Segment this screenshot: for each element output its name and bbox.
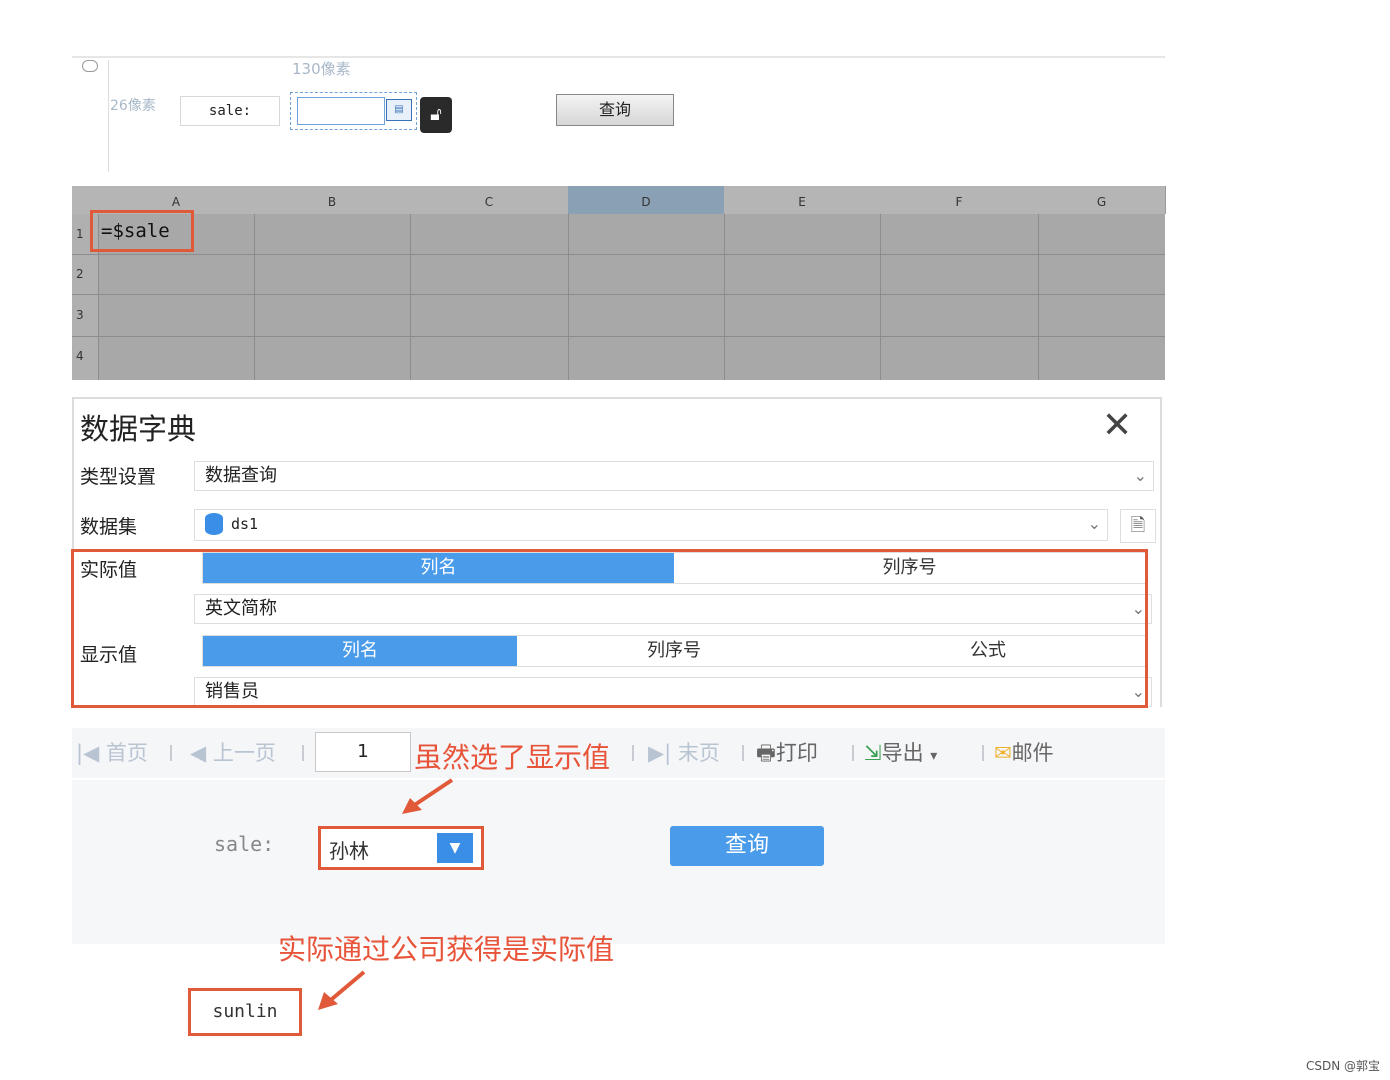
preview-param-label: sale: (214, 832, 275, 856)
grid-line (410, 214, 411, 380)
annotation-arrow-icon (402, 778, 454, 814)
grid-line (724, 214, 725, 380)
database-icon (205, 513, 223, 535)
row-header[interactable]: 3 (72, 294, 98, 336)
vertical-ruler (74, 60, 109, 172)
export-icon: ⇲ (864, 741, 882, 765)
dataset-select[interactable]: ds1 ⌄ (194, 509, 1108, 541)
column-header[interactable]: G (1038, 186, 1166, 214)
spreadsheet-grid[interactable]: A B C D E F G 1 2 3 4 (72, 186, 1166, 380)
ruler-width-label: 130像素 (292, 60, 351, 78)
envelope-icon: ✉ (994, 741, 1012, 765)
column-header[interactable]: F (880, 186, 1039, 214)
sale-combobox-value: 孙林 (329, 839, 369, 863)
ruler-handle-icon (82, 60, 98, 72)
widget-type-icon: ▤ (386, 99, 412, 121)
export-button[interactable]: ⇲导出 ▾ (864, 738, 937, 771)
first-page-button[interactable]: |◀ 首页 (76, 738, 148, 768)
ruler-height-label: 26像素 (110, 98, 156, 114)
designer-param-label[interactable]: sale: (180, 96, 280, 126)
grid-line (880, 214, 881, 380)
column-header[interactable]: B (254, 186, 411, 214)
mail-button[interactable]: ✉邮件 (994, 738, 1054, 768)
grid-line (72, 336, 1165, 337)
designer-param-widget[interactable]: ▤ (290, 92, 417, 130)
close-icon[interactable]: ✕ (1102, 406, 1132, 446)
grid-line (72, 254, 1165, 255)
result-output: sunlin (188, 988, 302, 1036)
dataset-value: ds1 (231, 515, 259, 533)
last-page-label: 末页 (677, 741, 720, 765)
caret-down-icon: ▾ (930, 748, 938, 764)
printer-icon: 🖶︎ (756, 741, 776, 765)
chevron-down-icon: ⌄ (1087, 514, 1101, 533)
preview-param-panel (72, 780, 1165, 944)
dialog-title: 数据字典 (80, 412, 197, 446)
annotation-actual-note: 实际通过公司获得是实际值 (278, 933, 615, 966)
annotation-arrow-icon (318, 970, 366, 1010)
type-setting-select[interactable]: 数据查询 ⌄ (194, 461, 1154, 491)
page-number-input[interactable]: 1 (315, 732, 411, 772)
last-page-button[interactable]: ▶| 末页 (648, 738, 720, 768)
toolbar-separator (302, 745, 304, 761)
row-header[interactable]: 4 (72, 336, 98, 380)
first-page-label: 首页 (105, 741, 148, 765)
watermark: CSDN @郭宝 (1306, 1059, 1381, 1073)
annotation-display-note: 虽然选了显示值 (414, 741, 611, 774)
dataset-label: 数据集 (80, 516, 138, 538)
grid-line (254, 214, 255, 380)
chevron-down-icon: ⌄ (1133, 466, 1147, 485)
first-page-icon: |◀ (76, 741, 100, 765)
grid-line (1038, 214, 1039, 380)
type-setting-value: 数据查询 (205, 465, 277, 486)
print-button[interactable]: 🖶︎打印 (756, 738, 818, 768)
sale-combobox[interactable]: 孙林 ▼ (318, 826, 484, 870)
grid-line (568, 214, 569, 380)
toolbar-separator (852, 745, 854, 761)
designer-param-input[interactable] (297, 97, 385, 125)
designer-query-button[interactable]: 查询 (556, 94, 674, 126)
preview-query-button[interactable]: 查询 (670, 826, 824, 866)
column-header[interactable]: E (724, 186, 881, 214)
cell-a1-formula[interactable]: =$sale (90, 210, 194, 252)
toolbar-separator (170, 745, 172, 761)
print-label: 打印 (775, 741, 818, 765)
export-label: 导出 (881, 741, 924, 765)
row-header[interactable]: 2 (72, 254, 98, 294)
last-page-icon: ▶| (648, 741, 672, 765)
column-header-selected[interactable]: D (568, 186, 725, 214)
dropdown-arrow-icon[interactable]: ▼ (437, 833, 473, 863)
value-settings-highlight (71, 549, 1148, 708)
toolbar-separator (982, 745, 984, 761)
grid-line (72, 294, 1165, 295)
toolbar-separator (632, 745, 634, 761)
type-setting-label: 类型设置 (80, 466, 157, 488)
toolbar-separator (742, 745, 744, 761)
lock-icon[interactable]: 🔓︎ (420, 97, 452, 133)
column-header[interactable]: C (410, 186, 569, 214)
mail-label: 邮件 (1011, 741, 1054, 765)
prev-page-icon: ◀ (190, 741, 207, 765)
edit-dataset-icon[interactable]: 🗎︎ (1120, 509, 1156, 543)
prev-page-button[interactable]: ◀ 上一页 (190, 738, 276, 768)
prev-page-label: 上一页 (212, 741, 276, 765)
